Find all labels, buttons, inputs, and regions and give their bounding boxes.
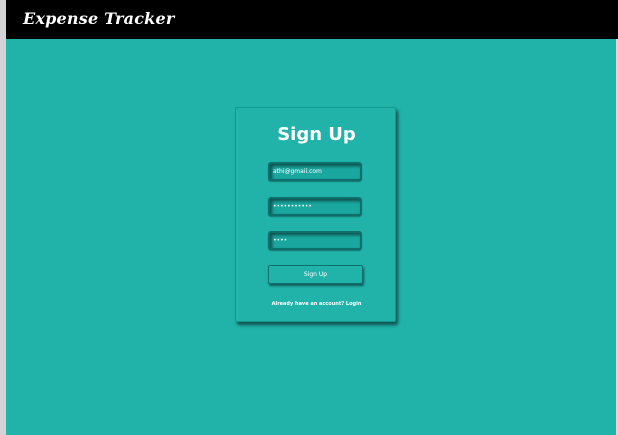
password-field[interactable] [268, 197, 362, 216]
login-link[interactable]: Login [346, 301, 361, 307]
app-title[interactable]: Expense Tracker [23, 9, 174, 28]
window-left-edge [0, 0, 6, 435]
confirm-password-field[interactable] [268, 231, 362, 250]
login-prompt: Already have an account? Login [236, 301, 397, 307]
email-field[interactable] [268, 162, 362, 181]
login-prompt-text: Already have an account? [271, 301, 345, 307]
signup-card: Sign Up Sign Up Already have an account?… [235, 107, 396, 322]
signup-heading: Sign Up [277, 124, 356, 145]
navbar: Expense Tracker [6, 0, 618, 39]
signup-button[interactable]: Sign Up [268, 265, 363, 284]
